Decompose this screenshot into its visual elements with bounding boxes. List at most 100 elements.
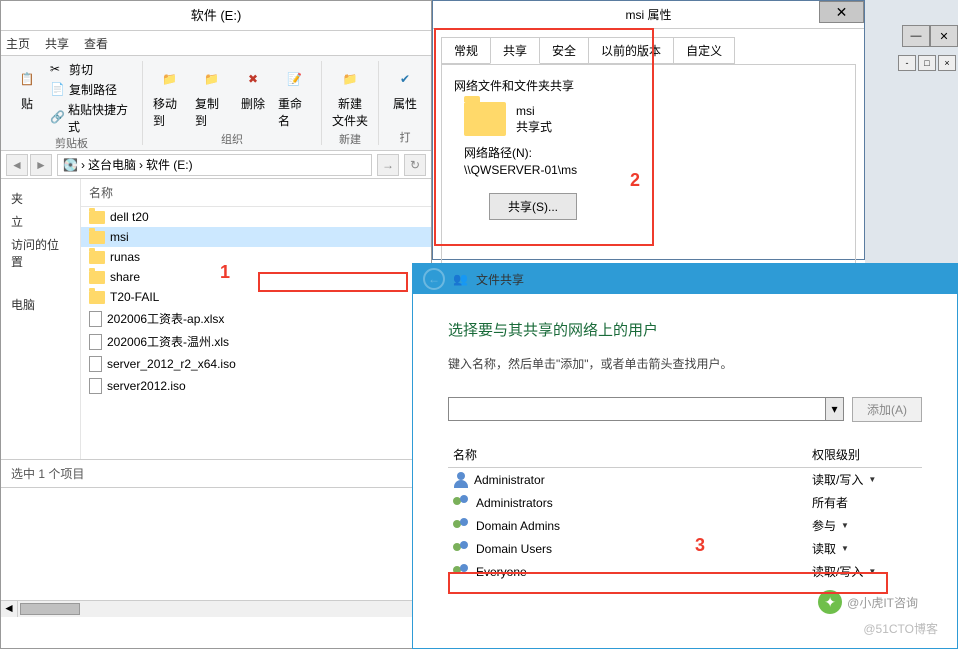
add-button[interactable]: 添加(A) [852, 397, 922, 422]
permission-cell[interactable]: 参与▼ [812, 517, 922, 534]
path-pc[interactable]: 这台电脑 [88, 156, 136, 173]
folder-icon [464, 102, 506, 136]
paste-button[interactable]: 📋 贴 [9, 61, 45, 114]
list-item[interactable]: 202006工资表-ap.xlsx [81, 307, 431, 330]
nav-back-button[interactable]: ◄ [6, 154, 28, 176]
list-item[interactable]: share [81, 267, 431, 287]
path-drive[interactable]: 软件 (E:) [146, 156, 193, 173]
user-row[interactable]: Domain Admins参与▼ [448, 514, 922, 537]
group-icon [453, 518, 471, 534]
props-tabs: 常规 共享 安全 以前的版本 自定义 [433, 29, 864, 64]
move-label: 移动到 [153, 95, 186, 129]
file-icon [89, 378, 102, 394]
col-perm[interactable]: 权限级别 [812, 446, 922, 463]
user-row[interactable]: Everyone 读取/写入▼ [448, 560, 922, 583]
go-button[interactable]: → [377, 154, 399, 176]
annotation-1: 1 [220, 262, 230, 283]
list-item[interactable]: msi [81, 227, 431, 247]
bg2-close[interactable]: × [938, 55, 956, 71]
share-list-header: 名称 权限级别 [448, 442, 922, 468]
list-item[interactable]: server2012.iso [81, 375, 431, 397]
nav-pc[interactable]: 电脑 [6, 293, 75, 316]
tab-customize[interactable]: 自定义 [673, 37, 735, 64]
permission-label: 读取/写入 [812, 471, 863, 488]
tab-security[interactable]: 安全 [539, 37, 589, 64]
list-item[interactable]: runas [81, 247, 431, 267]
bg-close[interactable]: ✕ [930, 25, 958, 47]
group-icon [453, 564, 471, 580]
tab-previous[interactable]: 以前的版本 [588, 37, 674, 64]
copy-label: 复制到 [195, 95, 228, 129]
properties-button[interactable]: ✔属性 [387, 61, 423, 114]
new-folder-button[interactable]: 📁新建 文件夹 [330, 61, 370, 131]
permission-cell[interactable]: 读取/写入▼ [812, 471, 922, 488]
permission-label: 所有者 [812, 494, 848, 511]
list-item[interactable]: 202006工资表-温州.xls [81, 330, 431, 353]
user-name: Everyone [476, 565, 527, 579]
copy-button[interactable]: 📁复制到 [193, 61, 230, 131]
user-row[interactable]: Domain Users 读取▼ [448, 537, 922, 560]
back-button[interactable]: ← [423, 268, 445, 290]
explorer-title: 软件 (E:) [1, 1, 431, 31]
watermark-logo: ✦ @小虎IT咨询 [818, 590, 918, 614]
paste-shortcut-button[interactable]: 🔗粘贴快捷方式 [50, 101, 134, 135]
horizontal-scrollbar[interactable]: ◄ [1, 600, 431, 617]
nav-fwd-button[interactable]: ► [30, 154, 52, 176]
copy-path-icon: 📄 [50, 82, 66, 98]
share-list: 名称 权限级别 Administrator读取/写入▼Administrator… [448, 442, 922, 583]
rename-button[interactable]: 📝重命名 [276, 61, 313, 131]
bg-minimize[interactable]: — [902, 25, 930, 47]
shortcut-icon: 🔗 [50, 110, 65, 126]
list-item[interactable]: T20-FAIL [81, 287, 431, 307]
nav-quick[interactable]: 夹 [6, 187, 75, 210]
user-row[interactable]: Administrator 读取/写入▼ [448, 468, 922, 491]
move-button[interactable]: 📁移动到 [151, 61, 188, 131]
folder-icon [89, 251, 105, 264]
user-input[interactable] [449, 398, 825, 420]
folder-icon [89, 211, 105, 224]
properties-label: 属性 [393, 95, 417, 112]
scrollbar-thumb[interactable] [20, 603, 80, 615]
bg2-min[interactable]: - [898, 55, 916, 71]
user-combo[interactable]: ▾ [448, 397, 844, 421]
list-item[interactable]: dell t20 [81, 207, 431, 227]
nav-recent[interactable]: 立 [6, 210, 75, 233]
file-name: dell t20 [110, 210, 149, 224]
delete-button[interactable]: ✖删除 [235, 61, 271, 114]
bg2-max[interactable]: □ [918, 55, 936, 71]
preview-pane: ◄ [1, 487, 431, 617]
props-body: 网络文件和文件夹共享 msi 共享式 网络路径(N): \\QWSERVER-0… [441, 64, 856, 264]
nav-places[interactable]: 访问的位置 [6, 233, 75, 273]
user-name: Domain Users [476, 542, 552, 556]
combo-dropdown-button[interactable]: ▾ [825, 398, 843, 420]
file-name: 202006工资表-ap.xlsx [107, 310, 224, 327]
permission-cell[interactable]: 读取▼ [812, 540, 922, 557]
share-button[interactable]: 共享(S)... [489, 193, 577, 220]
permission-cell[interactable]: 读取/写入▼ [812, 563, 922, 580]
refresh-button[interactable]: ↻ [404, 154, 426, 176]
user-row[interactable]: Administrators 所有者 [448, 491, 922, 514]
col-name[interactable]: 名称 [448, 446, 812, 463]
props-folder-name: msi [516, 104, 552, 118]
organize-group-label: 组织 [221, 131, 243, 147]
tab-share[interactable]: 共享 [45, 35, 69, 52]
delete-label: 删除 [241, 95, 265, 112]
permission-label: 读取/写入 [812, 563, 863, 580]
properties-dialog: msi 属性 ✕ 常规 共享 安全 以前的版本 自定义 网络文件和文件夹共享 m… [432, 0, 865, 260]
tab-sharing[interactable]: 共享 [490, 37, 540, 64]
permission-cell[interactable]: 所有者 [812, 494, 922, 511]
paste-icon: 📋 [11, 63, 43, 95]
user-name: Administrator [474, 473, 545, 487]
address-path[interactable]: 💽 › 这台电脑 › 软件 (E:) [57, 154, 372, 176]
tab-view[interactable]: 查看 [84, 35, 108, 52]
copy-path-button[interactable]: 📄复制路径 [50, 81, 134, 98]
props-close-button[interactable]: ✕ [819, 1, 864, 23]
list-item[interactable]: server_2012_r2_x64.iso [81, 353, 431, 375]
user-name: Administrators [476, 496, 553, 510]
new-folder-icon: 📁 [334, 63, 366, 95]
file-name: T20-FAIL [110, 290, 159, 304]
tab-general[interactable]: 常规 [441, 37, 491, 64]
tab-home[interactable]: 主页 [6, 35, 30, 52]
column-header-name[interactable]: 名称 [81, 179, 431, 207]
cut-button[interactable]: ✂剪切 [50, 61, 134, 78]
